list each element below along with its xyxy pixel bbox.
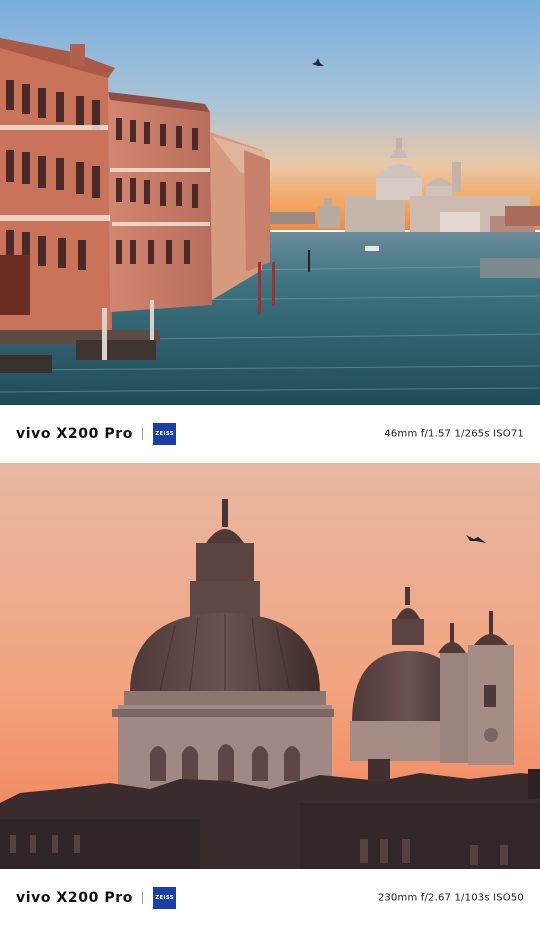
grand-canal-scene — [0, 0, 540, 405]
brand-divider — [142, 892, 144, 904]
brand-group: vivo X200 Pro ZEISS — [16, 423, 177, 445]
photo-salute-domes — [0, 463, 540, 869]
camera-model: vivo X200 Pro — [16, 426, 134, 442]
camera-watermark-bar: vivo X200 Pro ZEISS 46mm f/1.57 1/265s I… — [0, 405, 540, 463]
photo-grand-canal — [0, 0, 540, 405]
zeiss-logo: ZEISS — [153, 423, 177, 445]
brand-divider — [142, 428, 144, 440]
zeiss-logo: ZEISS — [153, 887, 177, 909]
exif-info: 230mm f/2.67 1/103s ISO50 — [377, 892, 524, 904]
camera-model: vivo X200 Pro — [16, 890, 134, 906]
exif-info: 46mm f/1.57 1/265s ISO71 — [384, 428, 524, 440]
camera-watermark-bar: vivo X200 Pro ZEISS 230mm f/2.67 1/103s … — [0, 869, 540, 927]
salute-domes-scene — [0, 463, 540, 869]
brand-group: vivo X200 Pro ZEISS — [16, 887, 177, 909]
